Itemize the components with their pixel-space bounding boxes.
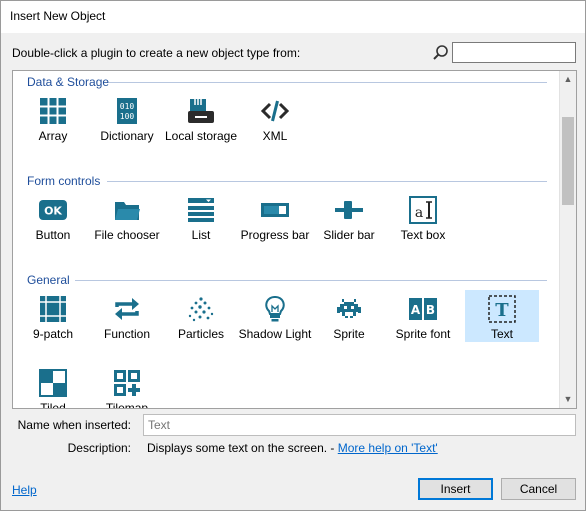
text-box-icon: a	[409, 196, 437, 224]
search-icon	[433, 45, 448, 60]
plugin-label: Text	[490, 327, 513, 341]
plugin-particles[interactable]: Particles	[164, 290, 238, 342]
tilemap-icon	[114, 370, 140, 396]
cancel-button[interactable]: Cancel	[501, 478, 576, 500]
scroll-up-arrow-icon[interactable]: ▲	[560, 71, 576, 88]
slider-icon	[335, 201, 363, 219]
object-list[interactable]: Data & Storage Array 010 100 Dictionary	[12, 70, 577, 409]
plugin-dictionary[interactable]: 010 100 Dictionary	[90, 92, 164, 144]
svg-text:OK: OK	[44, 205, 62, 218]
plugin-sprite-font[interactable]: A B Sprite font	[386, 290, 460, 342]
nine-patch-icon	[40, 296, 66, 322]
plugin-button[interactable]: OK Button	[16, 191, 90, 243]
plugin-text[interactable]: T Text	[465, 290, 539, 342]
group-title-data-storage: Data & Storage	[27, 75, 110, 89]
particles-icon	[188, 297, 214, 322]
search-input[interactable]	[452, 42, 576, 63]
plugin-file-chooser[interactable]: File chooser	[90, 191, 164, 243]
function-arrows-icon	[115, 298, 139, 320]
list-icon	[188, 198, 214, 222]
dictionary-icon: 010 100	[117, 98, 137, 124]
svg-text:a: a	[415, 205, 423, 221]
sprite-font-icon: A B	[409, 298, 437, 320]
plugin-progress-bar[interactable]: Progress bar	[238, 191, 312, 243]
progress-bar-icon	[261, 203, 289, 217]
description-label: Description:	[67, 441, 131, 455]
svg-text:010: 010	[120, 102, 135, 111]
plugin-tiled[interactable]: Tiled	[16, 364, 90, 408]
plugin-array[interactable]: Array	[16, 92, 90, 144]
more-help-link[interactable]: More help on 'Text'	[338, 441, 438, 455]
array-icon	[40, 98, 66, 124]
plugin-label: Sprite font	[395, 327, 451, 341]
group-divider	[107, 181, 547, 182]
group-divider	[75, 280, 547, 281]
group-title-form-controls: Form controls	[27, 174, 101, 188]
svg-text:B: B	[426, 303, 435, 317]
instruction-text: Double-click a plugin to create a new ob…	[12, 46, 301, 60]
svg-text:100: 100	[120, 112, 135, 121]
plugin-sprite[interactable]: Sprite	[312, 290, 386, 342]
insert-object-dialog: Insert New Object Double-click a plugin …	[0, 0, 586, 511]
group-divider	[109, 82, 547, 83]
scroll-down-arrow-icon[interactable]: ▼	[560, 391, 576, 408]
description-body: Displays some text on the screen. -	[147, 441, 338, 455]
description-text: Displays some text on the screen. - More…	[147, 441, 438, 455]
xml-code-icon	[261, 100, 289, 122]
list-scrollbar[interactable]: ▲ ▼	[559, 71, 576, 408]
plugin-xml[interactable]: XML	[238, 92, 312, 144]
name-input[interactable]	[143, 414, 576, 436]
dialog-title: Insert New Object	[10, 9, 106, 23]
text-tool-icon: T	[488, 295, 516, 323]
plugin-function[interactable]: Function	[90, 290, 164, 342]
plugin-9-patch[interactable]: 9-patch	[16, 290, 90, 342]
plugin-label: Text box	[400, 228, 446, 242]
plugin-local-storage[interactable]: Local storage	[164, 92, 238, 144]
plugin-list[interactable]: List	[164, 191, 238, 243]
plugin-label: XML	[262, 129, 288, 143]
plugin-slider-bar[interactable]: Slider bar	[312, 191, 386, 243]
ok-button-icon: OK	[39, 200, 67, 220]
plugin-text-box[interactable]: a Text box	[386, 191, 460, 243]
help-link[interactable]: Help	[12, 483, 37, 497]
plugin-shadow-light[interactable]: Shadow Light	[238, 290, 312, 342]
plugin-tilemap[interactable]: Tilemap	[90, 364, 164, 408]
space-invader-sprite-icon	[337, 299, 361, 318]
scroll-thumb[interactable]	[562, 117, 574, 205]
name-field-label: Name when inserted:	[17, 418, 131, 432]
light-bulb-icon	[265, 295, 285, 322]
local-storage-icon	[188, 99, 214, 123]
svg-text:T: T	[495, 300, 509, 321]
insert-button[interactable]: Insert	[418, 478, 493, 500]
folder-icon	[115, 202, 140, 220]
tiled-background-icon	[39, 369, 67, 397]
svg-text:A: A	[411, 303, 421, 317]
title-bar: Insert New Object	[1, 1, 585, 33]
plugin-label: Tilemap	[105, 401, 149, 409]
group-title-general: General	[27, 273, 70, 287]
